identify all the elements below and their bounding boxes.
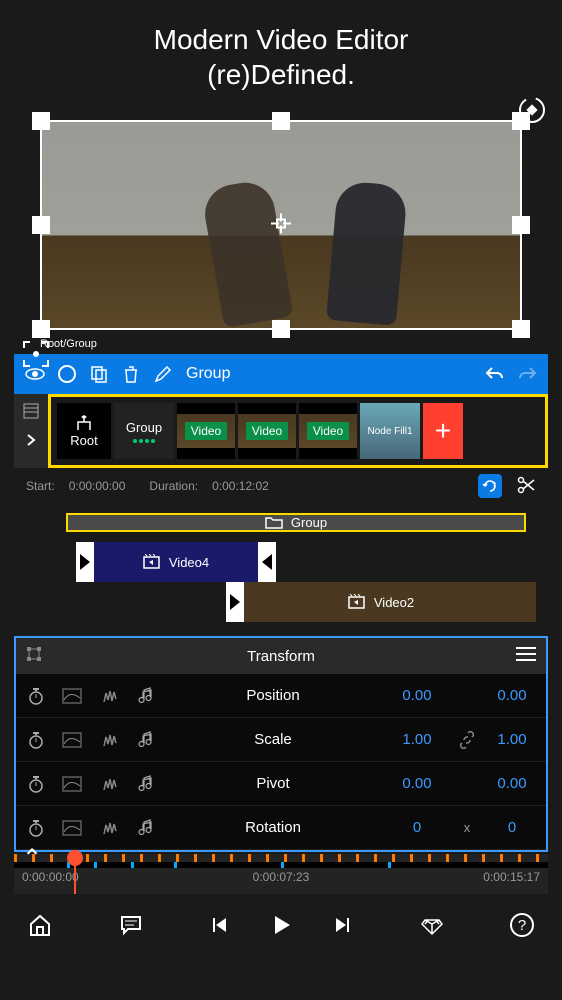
music-icon[interactable] xyxy=(128,775,164,793)
stopwatch-icon[interactable] xyxy=(20,818,52,838)
svg-text:?: ? xyxy=(492,482,496,489)
video2-track[interactable]: Video2 xyxy=(226,582,536,622)
trash-icon[interactable] xyxy=(118,361,144,387)
panel-icon[interactable] xyxy=(22,402,40,423)
property-value-y[interactable]: 0.00 xyxy=(482,687,542,704)
graph-icon[interactable] xyxy=(52,820,92,836)
undo-icon[interactable] xyxy=(482,361,508,387)
transform-row: Scale 1.00 1.00 xyxy=(16,718,546,762)
property-label: Rotation xyxy=(164,819,382,836)
add-node-button[interactable]: + xyxy=(423,403,463,459)
jitter-icon[interactable] xyxy=(92,775,128,793)
graph-icon[interactable] xyxy=(52,688,92,704)
comment-icon[interactable] xyxy=(115,909,147,941)
property-value-y[interactable]: 1.00 xyxy=(482,731,542,748)
clip-icon xyxy=(348,594,368,610)
property-label: Position xyxy=(164,687,382,704)
ruler-time: 0:00:07:23 xyxy=(253,870,310,884)
home-icon[interactable] xyxy=(24,909,56,941)
nodefill-node[interactable]: Node Fill1 xyxy=(360,403,420,459)
scissors-icon[interactable] xyxy=(516,475,536,498)
video-node[interactable]: Video xyxy=(177,403,235,459)
music-icon[interactable] xyxy=(128,819,164,837)
jitter-icon[interactable] xyxy=(92,731,128,749)
graph-icon[interactable] xyxy=(52,732,92,748)
preview-figure xyxy=(326,180,408,326)
hamburger-icon[interactable] xyxy=(516,646,536,666)
boundingbox-icon[interactable] xyxy=(24,644,44,668)
marketing-headline: Modern Video Editor (re)Defined. xyxy=(0,0,562,106)
layer-toolbar: Group xyxy=(14,354,548,394)
svg-text:?: ? xyxy=(518,917,526,934)
music-icon[interactable] xyxy=(128,687,164,705)
property-value-x[interactable]: 0 xyxy=(382,819,452,836)
anchor-corners-icon[interactable] xyxy=(22,340,50,368)
property-label: Pivot xyxy=(164,775,382,792)
stopwatch-icon[interactable] xyxy=(20,686,52,706)
circle-icon[interactable] xyxy=(54,361,80,387)
transform-row: Rotation 0 x 0 xyxy=(16,806,546,850)
reset-icon[interactable]: ? xyxy=(478,474,502,498)
copy-icon[interactable] xyxy=(86,361,112,387)
duration-label: Duration: xyxy=(149,479,198,493)
property-value-y[interactable]: 0 xyxy=(482,819,542,836)
video4-track[interactable]: Video4 xyxy=(76,542,276,582)
property-value-x[interactable]: 1.00 xyxy=(382,731,452,748)
center-crosshair-icon xyxy=(267,210,295,241)
chevron-right-icon[interactable] xyxy=(24,433,38,450)
help-icon[interactable]: ? xyxy=(506,909,538,941)
property-value-x[interactable]: 0.00 xyxy=(382,775,452,792)
transform-handle[interactable] xyxy=(32,320,50,338)
jitter-icon[interactable] xyxy=(92,819,128,837)
node-strip: Root Group Video Video Video Node Fill1 … xyxy=(14,394,548,468)
timeline-panel: Start: 0:00:00:00 Duration: 0:00:12:02 ?… xyxy=(14,468,548,630)
folder-icon xyxy=(265,515,283,529)
root-node[interactable]: Root xyxy=(57,403,111,459)
transform-handle[interactable] xyxy=(512,320,530,338)
breadcrumb: Root/Group xyxy=(40,338,522,350)
redo-icon[interactable] xyxy=(514,361,540,387)
step-back-icon[interactable] xyxy=(205,909,237,941)
transform-handle[interactable] xyxy=(32,216,50,234)
transform-handle[interactable] xyxy=(272,320,290,338)
clip-icon xyxy=(143,554,163,570)
transform-panel: Transform Position 0.00 0.00 Scale 1.00 … xyxy=(14,636,548,852)
start-label: Start: xyxy=(26,479,55,493)
value-separator[interactable] xyxy=(452,731,482,749)
property-label: Scale xyxy=(164,731,382,748)
music-icon[interactable] xyxy=(128,731,164,749)
duration-value: 0:00:12:02 xyxy=(212,479,269,493)
playhead[interactable] xyxy=(74,854,76,894)
video-node[interactable]: Video xyxy=(238,403,296,459)
transform-handle[interactable] xyxy=(272,112,290,130)
ruler-time: 0:00:15:17 xyxy=(483,870,540,884)
jitter-icon[interactable] xyxy=(92,687,128,705)
diamond-icon[interactable] xyxy=(416,909,448,941)
transform-row: Pivot 0.00 0.00 xyxy=(16,762,546,806)
group-node[interactable]: Group xyxy=(114,403,174,459)
chevron-up-icon[interactable]: ⌃ xyxy=(22,844,42,873)
start-value: 0:00:00:00 xyxy=(69,479,126,493)
transform-handle[interactable] xyxy=(32,112,50,130)
play-icon[interactable] xyxy=(265,909,297,941)
property-value-x[interactable]: 0.00 xyxy=(382,687,452,704)
transform-handle[interactable] xyxy=(512,216,530,234)
video-preview-canvas[interactable] xyxy=(40,120,522,330)
preview-figure xyxy=(200,178,293,328)
stopwatch-icon[interactable] xyxy=(20,730,52,750)
time-ruler[interactable]: ⌃ 0:00:00:00 0:00:07:23 0:00:15:17 xyxy=(14,854,548,894)
layer-name: Group xyxy=(186,365,230,383)
transform-title: Transform xyxy=(247,648,315,665)
pencil-icon[interactable] xyxy=(150,361,176,387)
property-value-y[interactable]: 0.00 xyxy=(482,775,542,792)
video-node[interactable]: Video xyxy=(299,403,357,459)
value-separator: x xyxy=(452,820,482,835)
transform-row: Position 0.00 0.00 xyxy=(16,674,546,718)
step-forward-icon[interactable] xyxy=(325,909,357,941)
bottom-bar: ? xyxy=(14,902,548,948)
rotation-handle-icon[interactable] xyxy=(516,94,548,126)
stopwatch-icon[interactable] xyxy=(20,774,52,794)
group-track[interactable]: Group xyxy=(66,513,526,532)
graph-icon[interactable] xyxy=(52,776,92,792)
